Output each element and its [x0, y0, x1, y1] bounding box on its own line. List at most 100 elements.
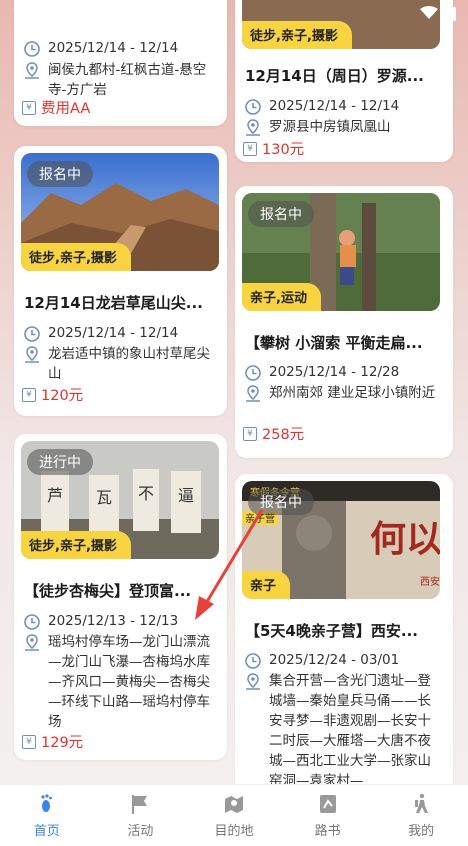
activity-thumbnail: 报名中 亲子,运动 [242, 193, 440, 311]
activity-card[interactable]: 寒假冬令营 何以 西安 亲子营 报名中 亲子 【5天4晚亲子营】西安... 20… [235, 474, 453, 784]
activity-location: 瑶坞村停车场—龙门山漂流—龙门山飞瀑—杏梅坞水库—齐风口—黄梅尖—杏梅尖—环线下… [48, 634, 210, 730]
banner-flag-text: 逼 [178, 486, 194, 505]
tab-profile[interactable]: 我的 [374, 785, 468, 846]
activity-price: 258元 [262, 427, 305, 443]
location-row: 瑶坞村停车场—龙门山漂流—龙门山飞瀑—杏梅坞水库—齐风口—黄梅尖—杏梅尖—环线下… [22, 632, 218, 732]
activity-date: 2025/12/24 - 03/01 [269, 652, 400, 668]
tab-label: 首页 [33, 824, 60, 839]
location-pin-icon [246, 119, 260, 136]
location-pin-icon [25, 634, 39, 651]
activity-tags: 徒步,亲子,摄影 [21, 243, 131, 271]
activity-title: 【5天4晚亲子营】西安... [245, 622, 418, 640]
clock-icon [245, 99, 261, 115]
price-row: ¥ 130元 [243, 138, 304, 159]
activity-title: 12月14日（周日）罗源... [245, 67, 424, 85]
activity-title: 12月14日龙岩草尾山尖... [24, 294, 203, 312]
activity-date: 2025/12/14 - 12/28 [269, 364, 400, 380]
tab-label: 我的 [408, 824, 435, 839]
activity-date: 2025/12/14 - 12/14 [48, 40, 179, 56]
battery-icon [446, 5, 456, 21]
wifi-icon [420, 6, 438, 19]
clock-icon [24, 41, 40, 57]
date-row: 2025/12/14 - 12/28 [243, 362, 439, 383]
activity-price: 费用AA [41, 101, 91, 117]
activity-thumbnail: 芦 瓦 不 逼 进行中 徒步,亲子,摄影 [21, 441, 219, 559]
activity-location: 集合开营—含光门遗址—登城墙—秦始皇兵马俑——长安寻梦—非遗观剧—长安十二时辰—… [269, 673, 431, 784]
tab-label: 路书 [314, 824, 341, 839]
status-bar: 1:55 [0, 0, 468, 26]
hiker-icon [415, 793, 429, 813]
tab-destinations[interactable]: 目的地 [187, 785, 281, 846]
activity-card[interactable]: 芦 瓦 不 逼 进行中 徒步,亲子,摄影 【徒步杏梅尖】登顶富... 2025/… [14, 434, 227, 760]
date-row: 2025/12/14 - 12/14 [243, 96, 439, 117]
tab-route-book[interactable]: 路书 [281, 785, 375, 846]
price-row: ¥ 120元 [22, 384, 83, 405]
tab-label: 目的地 [214, 824, 254, 839]
footprint-icon [41, 794, 52, 812]
yen-icon: ¥ [243, 141, 257, 156]
status-icons [420, 5, 456, 21]
location-row: 集合开营—含光门遗址—登城墙—秦始皇兵马俑——长安寻梦—非遗观剧—长安十二时辰—… [243, 671, 439, 784]
activity-location: 闽侯九都村-红枫古道-悬空寺-方广岩 [48, 62, 207, 98]
location-pin-icon [246, 385, 260, 402]
date-row: 2025/12/24 - 03/01 [243, 650, 439, 671]
location-pin-icon [25, 346, 39, 363]
activity-tags: 亲子 [242, 571, 291, 599]
location-row: 闽侯九都村-红枫古道-悬空寺-方广岩 [22, 60, 218, 100]
location-pin-icon [25, 62, 39, 79]
status-badge: 报名中 [248, 489, 314, 515]
clock-icon [245, 365, 261, 381]
poster-big-text: 何以 [370, 518, 440, 560]
activity-date: 2025/12/14 - 12/14 [269, 98, 400, 114]
tab-home[interactable]: 首页 [0, 785, 94, 846]
activity-title: 【徒步杏梅尖】登顶富... [24, 582, 192, 600]
clock-icon [24, 614, 40, 630]
location-row: 龙岩适中镇的象山村草尾尖山 [22, 344, 218, 384]
activity-thumbnail: 报名中 徒步,亲子,摄影 [21, 153, 219, 271]
activity-tags: 亲子,运动 [242, 283, 321, 311]
flag-icon [132, 795, 148, 814]
status-badge: 报名中 [248, 201, 314, 227]
location-row: 郑州南郊 建业足球小镇附近 [243, 383, 439, 404]
yen-icon: ¥ [22, 387, 36, 402]
map-pin-icon [224, 796, 243, 813]
price-row: ¥ 费用AA [22, 97, 90, 118]
yen-icon: ¥ [22, 100, 36, 115]
status-badge: 进行中 [27, 449, 93, 475]
activity-location: 罗源县中房镇凤凰山 [269, 119, 391, 135]
price-row: ¥ 129元 [22, 731, 83, 752]
yen-icon: ¥ [22, 734, 36, 749]
activity-title: 【攀树 小溜索 平衡走扁... [245, 334, 423, 352]
activity-card[interactable]: 报名中 亲子,运动 【攀树 小溜索 平衡走扁... 2025/12/14 - 1… [235, 186, 453, 458]
activity-tags: 徒步,亲子,摄影 [21, 531, 131, 559]
date-row: 2025/12/14 - 12/14 [22, 38, 218, 59]
bottom-tab-bar: 首页 活动 目的地 路书 我的 [0, 784, 468, 846]
activity-price: 120元 [41, 388, 84, 404]
activity-thumbnail: 寒假冬令营 何以 西安 亲子营 报名中 亲子 [242, 481, 440, 599]
activity-price: 129元 [41, 735, 84, 751]
activity-date: 2025/12/14 - 12/14 [48, 325, 179, 341]
banner-flag-text: 瓦 [96, 488, 112, 507]
price-row: ¥ 258元 [243, 423, 304, 444]
tab-activities[interactable]: 活动 [94, 785, 188, 846]
banner-flag-text: 芦 [47, 486, 63, 505]
location-row: 罗源县中房镇凤凰山 [243, 117, 439, 138]
status-time: 1:55 [12, 3, 53, 23]
location-pin-icon [246, 673, 260, 690]
activity-price: 130元 [262, 142, 305, 158]
clock-icon [24, 326, 40, 342]
yen-icon: ¥ [243, 426, 257, 441]
activity-date: 2025/12/13 - 12/13 [48, 613, 179, 629]
clock-icon [245, 653, 261, 669]
activity-feed[interactable]: 2025/12/14 - 12/14 闽侯九都村-红枫古道-悬空寺-方广岩 ¥ … [0, 0, 468, 784]
poster-small-text: 西安 [420, 575, 440, 588]
activity-card[interactable]: 报名中 徒步,亲子,摄影 12月14日龙岩草尾山尖... 2025/12/14 … [14, 146, 227, 416]
activity-location: 郑州南郊 建业足球小镇附近 [269, 385, 436, 401]
status-badge: 报名中 [27, 161, 93, 187]
route-book-icon [319, 795, 336, 813]
banner-flag-text: 不 [138, 484, 154, 503]
date-row: 2025/12/13 - 12/13 [22, 611, 218, 632]
activity-location: 龙岩适中镇的象山村草尾尖山 [48, 346, 210, 382]
tab-label: 活动 [127, 824, 154, 839]
date-row: 2025/12/14 - 12/14 [22, 323, 218, 344]
